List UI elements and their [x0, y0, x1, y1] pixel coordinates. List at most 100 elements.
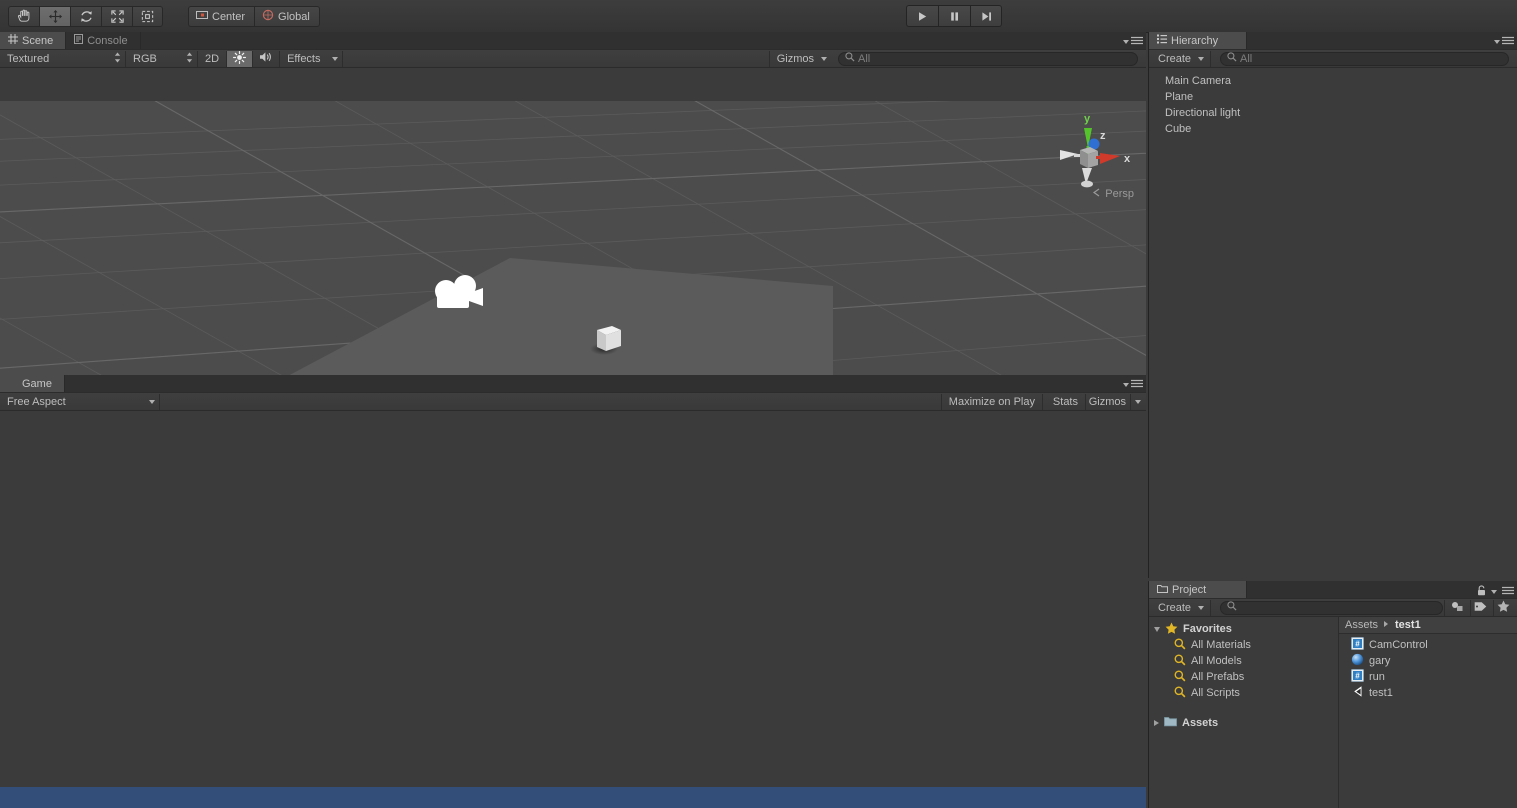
effects-label: Effects	[287, 52, 321, 65]
search-icon	[1227, 52, 1237, 65]
project-toolbar: Create	[1149, 599, 1517, 617]
lighting-toggle-button[interactable]	[227, 50, 254, 67]
render-mode-label: RGB	[133, 52, 157, 65]
lock-icon[interactable]	[1477, 585, 1486, 599]
toggle-2d-label: 2D	[205, 52, 220, 65]
favorite-all-scripts[interactable]: All Scripts	[1149, 685, 1338, 701]
hierarchy-item-main-camera[interactable]: Main Camera	[1149, 73, 1517, 89]
project-search-input[interactable]	[1220, 600, 1443, 615]
updown-arrows-icon	[114, 52, 121, 66]
hierarchy-icon	[1157, 34, 1167, 47]
hamburger-icon	[1502, 36, 1514, 48]
center-pivot-icon	[196, 10, 208, 23]
play-controls-group	[906, 5, 1002, 27]
game-viewport[interactable]	[0, 787, 1146, 808]
move-tool-button[interactable]	[39, 6, 70, 27]
scene-toolbar: Textured RGB 2D Effects Gizmos All	[0, 50, 1146, 68]
favorite-all-models[interactable]: All Models	[1149, 653, 1338, 669]
game-gizmos-button[interactable]: Gizmos	[1082, 394, 1133, 410]
chevron-down-icon	[331, 56, 338, 61]
pivot-rotation-button[interactable]: Global	[254, 6, 320, 27]
scene-orientation-gizmo[interactable]: y z x	[1046, 106, 1136, 201]
stats-button[interactable]: Stats	[1046, 393, 1086, 410]
tab-hierarchy[interactable]: Hierarchy	[1149, 32, 1247, 49]
folder-icon	[1164, 716, 1177, 730]
tab-scene[interactable]: Scene	[0, 32, 67, 49]
scene-projection-toggle[interactable]: Persp	[1092, 188, 1134, 200]
hierarchy-item-label: Plane	[1165, 91, 1194, 103]
star-icon	[1165, 622, 1178, 637]
hierarchy-item-directional-light[interactable]: Directional light	[1149, 105, 1517, 121]
breadcrumb-current[interactable]: test1	[1395, 619, 1421, 631]
draw-mode-dropdown[interactable]: Textured	[0, 50, 126, 67]
render-mode-dropdown[interactable]: RGB	[126, 50, 198, 67]
step-button[interactable]	[970, 5, 1002, 27]
draw-mode-label: Textured	[7, 52, 50, 65]
hierarchy-panel-menu[interactable]	[1494, 36, 1514, 48]
project-panel-menu[interactable]	[1477, 585, 1514, 599]
console-icon	[74, 34, 84, 47]
tab-project[interactable]: Project	[1149, 581, 1247, 598]
chevron-down-icon	[1154, 626, 1160, 632]
game-panel: Game Free Aspect Maximize on Play Stats	[0, 375, 1146, 808]
breadcrumb-root[interactable]: Assets	[1345, 619, 1378, 631]
game-panel-menu[interactable]	[1123, 379, 1143, 391]
chevron-right-icon	[1154, 720, 1159, 726]
scene-search-input[interactable]: All	[838, 51, 1138, 66]
folder-icon	[1157, 584, 1168, 596]
tab-console[interactable]: Console	[66, 32, 141, 49]
gizmos-dropdown[interactable]: Gizmos	[768, 50, 834, 67]
effects-dropdown-arrow[interactable]	[328, 50, 343, 67]
stats-label: Stats	[1052, 395, 1078, 408]
asset-label: CamControl	[1369, 639, 1428, 651]
asset-item-camcontrol[interactable]: # CamControl	[1339, 637, 1517, 653]
project-create-label: Create	[1158, 601, 1192, 614]
chevron-down-icon	[1494, 40, 1500, 44]
favorite-all-prefabs[interactable]: All Prefabs	[1149, 669, 1338, 685]
pivot-rotation-label: Global	[278, 10, 310, 23]
hierarchy-list: Main Camera Plane Directional light Cube	[1149, 68, 1517, 137]
hierarchy-create-button[interactable]: Create	[1149, 50, 1212, 67]
hand-tool-button[interactable]	[8, 6, 39, 27]
pause-button[interactable]	[938, 5, 970, 27]
scene-panel-menu[interactable]	[1123, 36, 1143, 48]
favorites-group[interactable]: Favorites	[1149, 621, 1338, 637]
favorite-label: All Prefabs	[1191, 671, 1245, 683]
audio-toggle-button[interactable]	[253, 50, 281, 67]
project-create-button[interactable]: Create	[1149, 599, 1212, 616]
favorites-filter-button[interactable]	[1490, 600, 1517, 616]
game-3d-render	[0, 787, 1146, 808]
asset-item-test1[interactable]: test1	[1339, 685, 1517, 701]
toggle-2d-button[interactable]: 2D	[198, 50, 228, 67]
maximize-on-play-button[interactable]: Maximize on Play	[940, 393, 1043, 410]
hierarchy-item-label: Directional light	[1165, 107, 1241, 119]
breadcrumb: Assets test1	[1339, 617, 1517, 634]
tab-hierarchy-label: Hierarchy	[1171, 34, 1219, 47]
rotate-tool-button[interactable]	[70, 6, 101, 27]
hierarchy-item-plane[interactable]: Plane	[1149, 89, 1517, 105]
filter-by-type-button[interactable]	[1444, 599, 1471, 616]
tab-game[interactable]: Game	[0, 375, 65, 392]
game-gizmos-dropdown-arrow[interactable]	[1130, 393, 1145, 410]
hierarchy-search-input[interactable]: All	[1220, 51, 1509, 66]
assets-label: Assets	[1182, 717, 1219, 729]
star-icon	[1497, 600, 1510, 615]
gamepad-icon	[8, 377, 18, 390]
scene-viewport[interactable]: y z x Persp	[0, 101, 1146, 406]
favorite-all-materials[interactable]: All Materials	[1149, 637, 1338, 653]
assets-group[interactable]: Assets	[1149, 715, 1338, 731]
asset-item-gary[interactable]: gary	[1339, 653, 1517, 669]
hierarchy-tabbar-filler	[1247, 32, 1517, 49]
scale-tool-button[interactable]	[101, 6, 132, 27]
pivot-mode-button[interactable]: Center	[188, 6, 255, 27]
asset-item-run[interactable]: # run	[1339, 669, 1517, 685]
rect-tool-button[interactable]	[132, 6, 163, 27]
main-toolbar: Center Global	[0, 0, 1517, 33]
svg-text:z: z	[1100, 130, 1106, 142]
search-icon	[1174, 654, 1186, 669]
effects-button[interactable]: Effects	[280, 51, 327, 67]
favorite-label: All Scripts	[1191, 687, 1240, 699]
hierarchy-item-cube[interactable]: Cube	[1149, 121, 1517, 137]
aspect-ratio-dropdown[interactable]: Free Aspect	[0, 393, 160, 410]
play-button[interactable]	[906, 5, 938, 27]
